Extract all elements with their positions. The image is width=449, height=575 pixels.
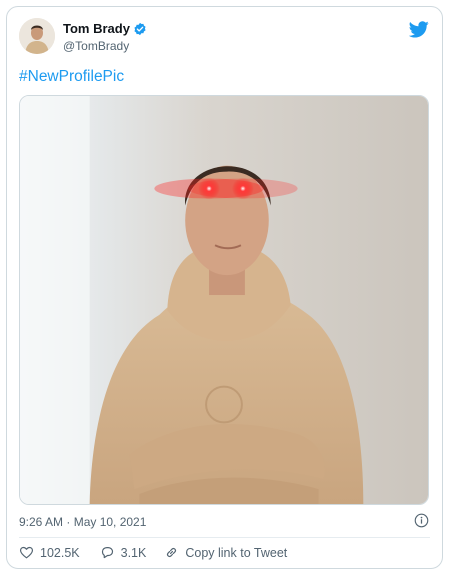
- like-count: 102.5K: [40, 545, 80, 560]
- tweet-actions: 102.5K 3.1K Copy link to Tweet: [19, 545, 287, 560]
- reply-count: 3.1K: [120, 545, 147, 560]
- tweet-card: Tom Brady @TomBrady #NewProfilePic 9:26 …: [6, 6, 443, 569]
- link-icon: [167, 547, 177, 558]
- info-icon[interactable]: [414, 513, 429, 528]
- tweet-photo[interactable]: [19, 95, 429, 505]
- twitter-bird-icon[interactable]: [409, 21, 429, 38]
- author-name[interactable]: Tom Brady: [63, 21, 130, 36]
- profile-photo-image: [20, 96, 428, 504]
- divider: [19, 537, 430, 538]
- reply-button[interactable]: 3.1K: [100, 545, 147, 560]
- like-button[interactable]: 102.5K: [19, 545, 80, 560]
- copy-link-button[interactable]: Copy link to Tweet: [164, 545, 287, 560]
- verified-badge-icon: [134, 22, 146, 35]
- author-handle[interactable]: @TomBrady: [63, 39, 129, 53]
- author-row: Tom Brady: [63, 21, 147, 36]
- avatar[interactable]: [19, 18, 55, 54]
- heart-icon: [19, 546, 34, 559]
- tweet-timestamp[interactable]: 9:26 AM · May 10, 2021: [19, 515, 146, 529]
- reply-bubble-icon: [101, 547, 113, 559]
- copy-link-label: Copy link to Tweet: [185, 545, 288, 560]
- hashtag-link[interactable]: #NewProfilePic: [19, 68, 124, 86]
